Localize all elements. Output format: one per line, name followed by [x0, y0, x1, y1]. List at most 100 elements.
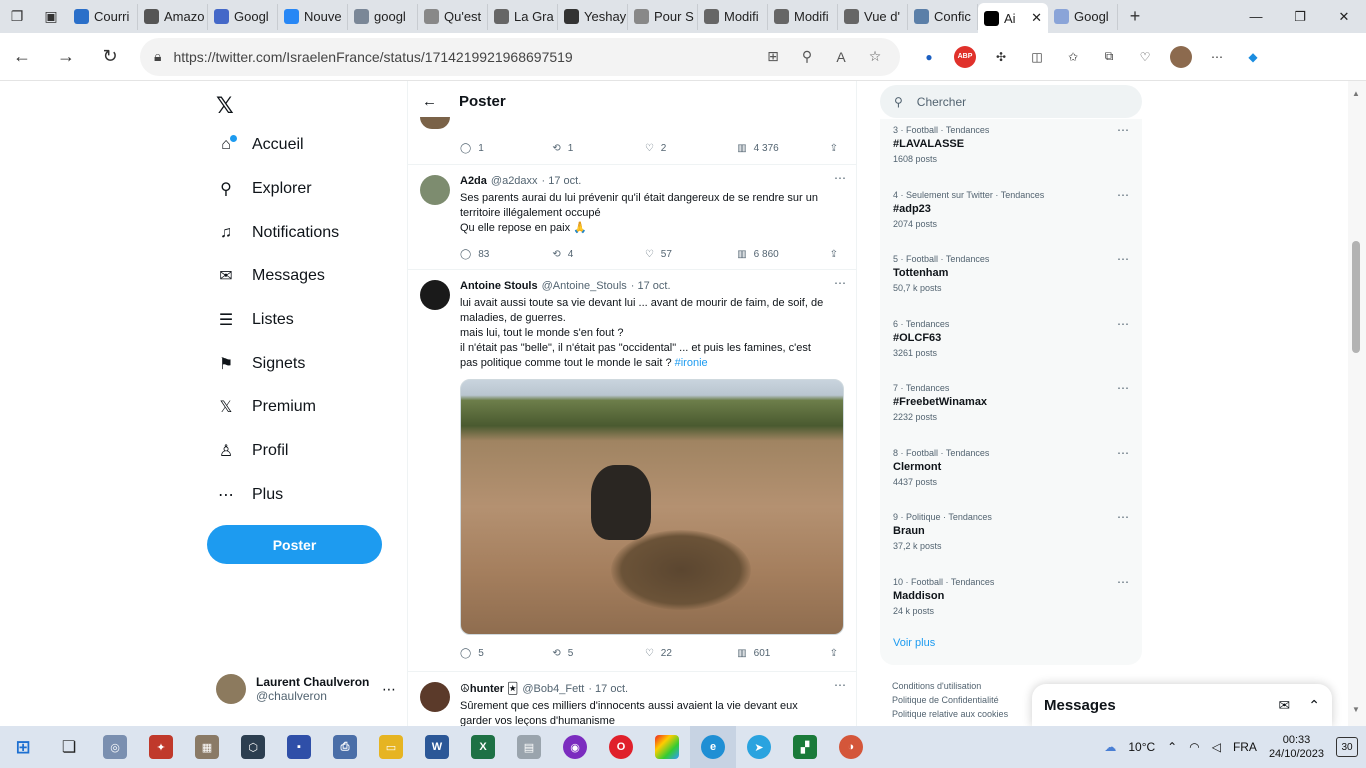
- share-icon[interactable]: ⇪: [830, 249, 838, 260]
- share-icon[interactable]: ⇪: [830, 648, 838, 659]
- file-explorer-icon[interactable]: ▭: [368, 726, 414, 768]
- more-icon[interactable]: ⋯: [382, 681, 396, 698]
- refresh-button[interactable]: ↻: [88, 46, 132, 67]
- sidebar-item-signets[interactable]: ⚑ Signets: [216, 354, 306, 374]
- url-bar[interactable]: 🔒︎ https://twitter.com/IsraelenFrance/st…: [140, 37, 900, 76]
- sidebar-item-listes[interactable]: ☰ Listes: [216, 310, 294, 330]
- hashtag-link[interactable]: #ironie: [675, 357, 708, 369]
- copilot-icon[interactable]: ◆: [1242, 46, 1264, 68]
- browser-tab[interactable]: Qu'est: [418, 3, 488, 30]
- browser-tab[interactable]: Googl: [208, 3, 278, 30]
- workspaces-icon[interactable]: ❐: [0, 0, 34, 33]
- adblock-icon[interactable]: ABP: [954, 45, 976, 68]
- browser-tab[interactable]: Courri: [68, 3, 138, 30]
- sidebar-item-messages[interactable]: ✉ Messages: [216, 266, 325, 286]
- favorite-star-icon[interactable]: ☆: [864, 48, 886, 65]
- browser-tab[interactable]: Confic: [908, 3, 978, 30]
- tweet[interactable]: ⋯ A2da @a2daxx · 17 oct. Ses parents aurai…: [408, 164, 856, 269]
- x-logo-icon[interactable]: 𝕏: [216, 93, 234, 119]
- trend-item[interactable]: 6 · Tendances #OLCF63 3261 posts ⋯: [893, 317, 1129, 358]
- browser-tab[interactable]: Modifi: [698, 3, 768, 30]
- volume-icon[interactable]: ◁: [1212, 740, 1221, 754]
- url-text[interactable]: https://twitter.com/IsraelenFrance/statu…: [173, 49, 750, 65]
- tweet-handle[interactable]: @a2daxx: [491, 175, 538, 187]
- chevron-up-icon[interactable]: ⌃: [1167, 740, 1177, 754]
- more-icon[interactable]: ⋯: [1117, 575, 1129, 589]
- views-button[interactable]: ▥ 6 860: [737, 249, 829, 260]
- expand-icon[interactable]: ⌃: [1308, 697, 1320, 714]
- split-screen-icon[interactable]: ◫: [1026, 46, 1048, 68]
- trend-item[interactable]: 7 · Tendances #FreebetWinamax 2232 posts ⋯: [893, 381, 1129, 422]
- network-icon[interactable]: ◠: [1189, 740, 1199, 754]
- reply-button[interactable]: ◯ 83: [460, 249, 552, 260]
- retweet-button[interactable]: ⟲ 1: [552, 143, 644, 154]
- like-button[interactable]: ♡ 22: [645, 648, 737, 659]
- tweet-author[interactable]: ☮hunter 🃏: [460, 682, 518, 695]
- more-icon[interactable]: ⋯: [1117, 317, 1129, 331]
- zoom-icon[interactable]: ⚲: [796, 48, 818, 65]
- trend-item[interactable]: 10 · Football · Tendances Maddison 24 k po…: [893, 575, 1129, 616]
- post-button[interactable]: Poster: [207, 525, 382, 564]
- tweet-handle[interactable]: @Bob4_Fett: [522, 683, 584, 695]
- like-button[interactable]: ♡ 2: [645, 143, 737, 154]
- app-icon[interactable]: ▦: [184, 726, 230, 768]
- extensions-icon[interactable]: ✣: [990, 46, 1012, 68]
- search-box[interactable]: ⚲ Chercher: [880, 85, 1142, 118]
- app-icon[interactable]: ⬡: [230, 726, 276, 768]
- back-arrow-icon[interactable]: ←: [422, 93, 437, 110]
- scroll-down-arrow-icon[interactable]: ▼: [1352, 705, 1360, 714]
- reply-button[interactable]: ◯ 5: [460, 648, 552, 659]
- printer-icon[interactable]: ⎙: [322, 726, 368, 768]
- app-icon[interactable]: ✦: [138, 726, 184, 768]
- search-input[interactable]: Chercher: [917, 95, 966, 109]
- scrollbar-thumb[interactable]: [1352, 241, 1360, 353]
- language-indicator[interactable]: FRA: [1233, 740, 1257, 754]
- more-icon[interactable]: ⋯: [1117, 446, 1129, 460]
- footer-link[interactable]: Conditions d'utilisation: [892, 679, 1008, 693]
- opera-icon[interactable]: O: [598, 726, 644, 768]
- trend-item[interactable]: 9 · Politique · Tendances Braun 37,2 k pos…: [893, 510, 1129, 551]
- browser-tab[interactable]: Ai ✕: [978, 3, 1048, 33]
- app-icon[interactable]: ▞: [782, 726, 828, 768]
- clock[interactable]: 00:33 24/10/2023: [1269, 733, 1324, 761]
- sidebar-item-premium[interactable]: 𝕏 Premium: [216, 397, 316, 417]
- more-icon[interactable]: ⋯: [834, 171, 846, 185]
- collections-icon[interactable]: ⧉: [1098, 46, 1120, 68]
- messages-drawer[interactable]: Messages ✉ ⌃: [1032, 684, 1332, 726]
- maximize-button[interactable]: ❐: [1278, 9, 1322, 25]
- app-icon[interactable]: ◑: [828, 726, 874, 768]
- browser-tab[interactable]: googl: [348, 3, 418, 30]
- avatar[interactable]: [420, 280, 450, 310]
- trend-item[interactable]: 3 · Football · Tendances #LAVALASSE 1608 p…: [893, 123, 1129, 164]
- new-tab-button[interactable]: +: [1118, 0, 1152, 33]
- forward-button[interactable]: →: [44, 46, 88, 67]
- tweet-date[interactable]: · 17 oct.: [631, 280, 671, 292]
- see-more-link[interactable]: Voir plus: [893, 637, 935, 649]
- new-message-icon[interactable]: ✉: [1279, 697, 1291, 714]
- browser-tab[interactable]: Modifi: [768, 3, 838, 30]
- retweet-button[interactable]: ⟲ 4: [552, 249, 644, 260]
- avatar[interactable]: [420, 117, 450, 129]
- sidebar-item-accueil[interactable]: ⌂ Accueil: [216, 135, 303, 155]
- trend-item[interactable]: 4 · Seulement sur Twitter · Tendances #ad…: [893, 188, 1129, 229]
- views-button[interactable]: ▥ 601: [737, 648, 829, 659]
- browser-tab[interactable]: Yeshay: [558, 3, 628, 30]
- tweet[interactable]: ⋯ ☮hunter 🃏 @Bob4_Fett · 17 oct. Sûrement …: [408, 671, 856, 726]
- minimize-button[interactable]: —: [1234, 9, 1278, 25]
- start-button[interactable]: ⊞: [0, 726, 46, 768]
- extension-blue-icon[interactable]: ●: [918, 46, 940, 68]
- edge-icon[interactable]: e: [690, 726, 736, 768]
- avatar[interactable]: [420, 682, 450, 712]
- task-view-icon[interactable]: ❏: [46, 726, 92, 768]
- excel-icon[interactable]: X: [460, 726, 506, 768]
- sidebar-item-plus[interactable]: ⋯ Plus: [216, 485, 283, 505]
- apps-icon[interactable]: ⊞: [762, 48, 784, 65]
- like-button[interactable]: ♡ 57: [645, 249, 737, 260]
- account-switcher[interactable]: Laurent Chaulveron @chaulveron ⋯: [216, 674, 396, 704]
- browser-tab[interactable]: Amazo: [138, 3, 208, 30]
- more-icon[interactable]: ⋯: [1117, 510, 1129, 524]
- browser-tab[interactable]: La Gra: [488, 3, 558, 30]
- read-aloud-icon[interactable]: A: [830, 49, 852, 65]
- tweet[interactable]: ⋯ Antoine Stouls @Antoine_Stouls · 17 oct.…: [408, 269, 856, 671]
- app-icon[interactable]: ◉: [552, 726, 598, 768]
